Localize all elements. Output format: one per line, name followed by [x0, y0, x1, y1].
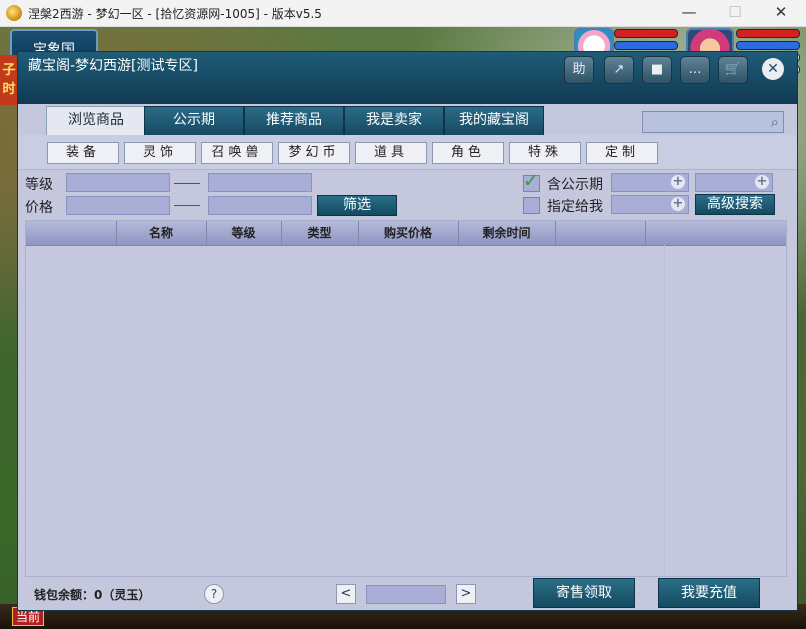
help-tool-button[interactable]: 助: [564, 56, 594, 84]
price-range-dash: [174, 205, 200, 206]
prev-page-button[interactable]: <: [336, 584, 356, 604]
time-text: 子时: [2, 63, 16, 97]
level-min-input[interactable]: [66, 173, 170, 192]
player-hp-bar: [736, 29, 800, 38]
app-icon: [6, 5, 22, 21]
assigned-to-me-label: 指定给我: [547, 199, 603, 215]
tab-public[interactable]: 公示期: [144, 106, 244, 136]
plus-icon[interactable]: +: [671, 197, 685, 211]
plus-icon[interactable]: +: [671, 175, 685, 189]
page-input[interactable]: [366, 585, 446, 604]
col-header-price[interactable]: 购买价格: [358, 221, 459, 245]
minimize-button[interactable]: —: [666, 0, 712, 26]
public-period-label: 含公示期: [547, 177, 603, 193]
price-max-input[interactable]: [208, 196, 312, 215]
col-header-remaining[interactable]: 剩余时间: [458, 221, 556, 245]
filter-button[interactable]: 筛选: [317, 195, 397, 216]
col-header-extra: [555, 221, 646, 245]
level-max-input[interactable]: [208, 173, 312, 192]
public-period-checkbox[interactable]: [523, 170, 540, 192]
category-special[interactable]: 特殊: [509, 142, 581, 164]
window-title: 涅槃2西游 - 梦幻一区 - [拾忆资源网-1005] - 版本v5.5: [28, 7, 322, 21]
dialog-close-button[interactable]: ✕: [762, 58, 784, 80]
window-titlebar: 涅槃2西游 - 梦幻一区 - [拾忆资源网-1005] - 版本v5.5 — ☐…: [0, 0, 806, 27]
maximize-button[interactable]: ☐: [712, 0, 758, 26]
category-custom[interactable]: 定制: [586, 142, 658, 164]
record-icon[interactable]: ■: [642, 56, 672, 84]
col-header-action: [645, 221, 785, 245]
chat-icon[interactable]: …: [680, 56, 710, 84]
price-min-input[interactable]: [66, 196, 170, 215]
col-header-icon: [26, 221, 117, 245]
wallet-balance: 钱包余额：0（灵玉）: [34, 588, 151, 602]
pet-hp-bar: [614, 29, 678, 38]
price-label: 价格: [25, 200, 53, 216]
help-icon[interactable]: ?: [204, 584, 224, 604]
next-page-button[interactable]: >: [456, 584, 476, 604]
tab-recommended[interactable]: 推荐商品: [244, 106, 344, 136]
recharge-button[interactable]: 我要充值: [658, 578, 760, 608]
category-equipment[interactable]: 装备: [47, 142, 119, 164]
dialog-title: 藏宝阁-梦幻西游[测试专区]: [28, 58, 198, 74]
dialog-footer: 钱包余额：0（灵玉） ? < > 寄售领取 我要充值: [18, 576, 797, 610]
category-accessory[interactable]: 灵饰: [124, 142, 196, 164]
public-select-1[interactable]: +: [611, 173, 689, 192]
col-header-type[interactable]: 类型: [281, 221, 359, 245]
search-icon[interactable]: ⌕: [771, 113, 779, 131]
public-select-2[interactable]: +: [695, 173, 773, 192]
level-label: 等级: [25, 177, 53, 193]
col-header-level[interactable]: 等级: [206, 221, 282, 245]
results-table: 名称 等级 类型 购买价格 剩余时间: [25, 220, 787, 577]
player-mp-bar: [736, 41, 800, 50]
assigned-to-me-checkbox[interactable]: [523, 197, 540, 214]
category-coin[interactable]: 梦幻币: [278, 142, 350, 164]
share-icon[interactable]: ↗: [604, 56, 634, 84]
level-range-dash: [174, 183, 200, 184]
table-header: 名称 等级 类型 购买价格 剩余时间: [26, 221, 786, 246]
tab-browse[interactable]: 浏览商品: [46, 106, 146, 136]
cart-icon[interactable]: 🛒: [718, 56, 748, 84]
category-summon[interactable]: 召唤兽: [201, 142, 273, 164]
col-header-name[interactable]: 名称: [116, 221, 207, 245]
search-input[interactable]: ⌕: [642, 111, 784, 133]
plus-icon[interactable]: +: [755, 175, 769, 189]
pet-mp-bar: [614, 41, 678, 50]
assigned-select[interactable]: +: [611, 195, 689, 214]
consign-claim-button[interactable]: 寄售领取: [533, 578, 635, 608]
tab-my-pavilion[interactable]: 我的藏宝阁: [444, 106, 544, 136]
tab-seller[interactable]: 我是卖家: [344, 106, 444, 136]
category-bar: 装备 灵饰 召唤兽 梦幻币 道具 角色 特殊 定制: [18, 135, 797, 170]
advanced-search-button[interactable]: 高级搜索: [695, 194, 775, 215]
treasure-dialog: 藏宝阁-梦幻西游[测试专区] 助 ↗ ■ … 🛒 ✕ 浏览商品 公示期 推荐商品…: [17, 51, 798, 611]
category-role[interactable]: 角色: [432, 142, 504, 164]
window-close-button[interactable]: ✕: [758, 0, 804, 26]
dialog-header: 藏宝阁-梦幻西游[测试专区] 助 ↗ ■ … 🛒 ✕: [18, 52, 797, 104]
time-indicator: 子时: [0, 55, 18, 105]
category-item[interactable]: 道具: [355, 142, 427, 164]
column-divider: [664, 245, 665, 576]
